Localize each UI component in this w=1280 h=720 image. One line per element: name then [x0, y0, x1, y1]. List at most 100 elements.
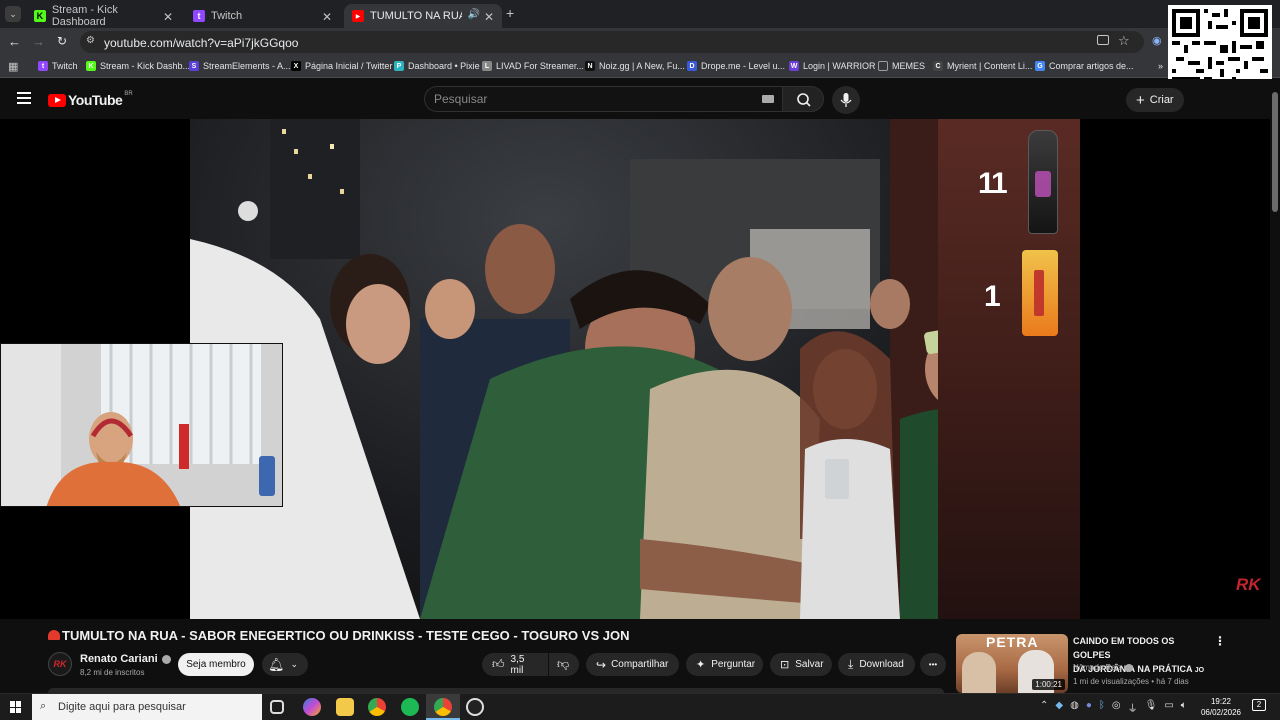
windows-start-icon[interactable] — [10, 701, 22, 713]
install-app-icon[interactable] — [1097, 35, 1109, 45]
bookmark-item[interactable]: X Página Inicial / Twitter — [291, 61, 392, 71]
like-button[interactable]: 👍︎ 3,5 mil — [482, 653, 548, 676]
tab-kick-dashboard[interactable]: K Stream - Kick Dashboard ✕ — [26, 4, 181, 28]
site-info-icon[interactable]: ⚙ — [86, 35, 95, 46]
chrome-icon[interactable] — [434, 698, 452, 716]
drink-bottle-icon — [1028, 130, 1058, 234]
reload-icon[interactable]: ↻ — [57, 34, 67, 48]
menu-icon[interactable] — [17, 92, 31, 104]
ask-label: Perguntar — [711, 659, 756, 670]
more-icon: ••• — [928, 660, 938, 669]
voice-search-button[interactable] — [832, 86, 860, 114]
chevron-up-icon[interactable]: ⌃ — [1040, 700, 1048, 715]
bookmark-item[interactable]: t Twitch — [38, 61, 78, 71]
bookmark-label: Noiz.gg | A New, Fu... — [599, 61, 685, 71]
more-actions-button[interactable]: ••• — [920, 653, 946, 676]
save-button[interactable]: ⊡ Salvar — [770, 653, 832, 676]
task-view-icon[interactable] — [270, 700, 284, 714]
share-icon: ↪ — [596, 657, 607, 672]
recommended-video-thumbnail[interactable]: PETRA 1:00:21 — [956, 634, 1068, 693]
scrollbar-thumb[interactable] — [1272, 92, 1278, 212]
more-bookmarks-icon[interactable]: » — [1158, 61, 1163, 71]
share-button[interactable]: ↪ Compartilhar — [586, 653, 679, 676]
clock-time: 19:22 — [1210, 697, 1232, 706]
network-icon[interactable]: ◆ — [1055, 700, 1063, 715]
thumbnail-caption: PETRA — [986, 634, 1039, 650]
tab-youtube-video[interactable]: ▶ TUMULTO NA RUA - SAB 🔊 ✕ — [344, 4, 502, 28]
obs-icon[interactable] — [466, 698, 484, 716]
apps-grid-icon[interactable]: ▦ — [8, 60, 18, 73]
bookmark-item[interactable]: D Drope.me - Level u... — [687, 61, 785, 71]
bookmark-label: Login | WARRIOR — [803, 61, 876, 71]
new-tab-button[interactable]: + — [506, 5, 514, 21]
tab-label: Twitch — [211, 10, 243, 22]
forward-icon[interactable]: → — [32, 34, 45, 49]
channel-name[interactable]: Renato Cariani — [80, 653, 171, 665]
tab-search-button[interactable]: ⌄ — [5, 6, 21, 22]
notification-center-icon[interactable]: 2 — [1252, 699, 1266, 711]
dislike-button[interactable]: 👎︎ — [549, 653, 579, 676]
file-explorer-icon[interactable] — [336, 698, 354, 716]
recommended-menu-icon[interactable]: ⋮ — [1214, 634, 1226, 648]
usb-icon[interactable]: ⏚ — [1128, 700, 1138, 715]
search-button[interactable] — [782, 86, 824, 112]
bookmark-item[interactable]: S StreamElements - A... — [189, 61, 291, 71]
live-alert-icon — [48, 630, 60, 640]
join-button[interactable]: Seja membro — [178, 653, 254, 676]
bookmark-item[interactable]: C Myrient | Content Li... — [933, 61, 1032, 71]
bookmark-label: Twitch — [52, 61, 78, 71]
back-icon[interactable]: ← — [8, 34, 21, 49]
download-icon: ⤓ — [848, 657, 854, 671]
bookmark-item[interactable]: G Comprar artigos de... — [1035, 61, 1134, 71]
bluetooth-icon[interactable]: ᛒ — [1099, 700, 1105, 715]
recommended-channel[interactable]: Nômade Raiz — [1073, 663, 1134, 672]
bookmark-item[interactable]: MEMES — [878, 61, 925, 71]
create-button[interactable]: + Criar — [1126, 88, 1184, 112]
keyboard-icon[interactable] — [762, 95, 774, 103]
taskbar-search-input[interactable]: ⌕ Digite aqui para pesquisar — [32, 694, 262, 720]
notification-bell-button[interactable]: 🔔︎ ⌄ — [262, 653, 308, 676]
channel-watermark: RK — [1236, 575, 1261, 594]
extension-icon[interactable]: ◉ — [1152, 34, 1162, 47]
bookmark-item[interactable]: W Login | WARRIOR — [789, 61, 876, 71]
close-icon[interactable]: ✕ — [484, 10, 494, 24]
bookmark-item[interactable]: K Stream - Kick Dashb... — [86, 61, 190, 71]
bookmark-favicon-icon: C — [933, 61, 943, 71]
tab-twitch[interactable]: t Twitch ✕ — [185, 4, 340, 28]
shield-icon[interactable]: ◍ — [1070, 700, 1079, 715]
bookmark-star-icon[interactable]: ☆ — [1118, 33, 1130, 49]
download-button[interactable]: ⤓ Download — [838, 653, 915, 676]
mic-tray-icon[interactable]: 🎙︎ — [1145, 700, 1158, 715]
close-icon[interactable]: ✕ — [322, 10, 332, 24]
close-icon[interactable]: ✕ — [163, 10, 173, 24]
channel-avatar[interactable]: RK — [48, 652, 72, 676]
ask-button[interactable]: ✦ Perguntar — [686, 653, 763, 676]
bookmark-item[interactable]: P Dashboard • Pixie — [394, 61, 480, 71]
bookmark-favicon-icon: L — [482, 61, 492, 71]
bookmark-favicon-icon: G — [1035, 61, 1045, 71]
url-text[interactable]: youtube.com/watch?v=aPi7jkGGqoo — [104, 36, 298, 50]
thumbs-up-icon: 👍︎ — [492, 657, 505, 671]
spotify-icon[interactable] — [401, 698, 419, 716]
clock[interactable]: 19:22 06/02/2026 — [1196, 696, 1246, 718]
webcam-scene-graphic — [1, 344, 282, 506]
folder-icon — [878, 61, 888, 71]
energy-can-icon — [1022, 250, 1058, 336]
bell-icon: 🔔︎ — [268, 656, 285, 672]
bookmark-label: Drope.me - Level u... — [701, 61, 786, 71]
speaker-icon[interactable]: 🔊 — [468, 9, 480, 20]
recommended-channel-name: Nômade Raiz — [1073, 663, 1122, 672]
steam-icon[interactable]: ◎ — [1112, 700, 1121, 715]
youtube-logo[interactable]: YouTube BR — [48, 91, 133, 108]
bookmark-item[interactable]: N Noiz.gg | A New, Fu... — [585, 61, 685, 71]
microphone-icon — [840, 93, 852, 107]
tab-label: TUMULTO NA RUA - SAB — [370, 10, 462, 22]
copilot-icon[interactable] — [303, 698, 321, 716]
discord-icon[interactable]: ● — [1086, 700, 1092, 715]
volume-icon[interactable]: 🔈︎ — [1181, 700, 1187, 715]
bookmark-label: MEMES — [892, 61, 926, 71]
bookmark-label: Comprar artigos de... — [1049, 61, 1134, 71]
display-icon[interactable]: ▭ — [1164, 700, 1173, 715]
bookmark-item[interactable]: L LIVAD For Streamer... — [482, 61, 584, 71]
chrome-icon[interactable] — [368, 698, 386, 716]
